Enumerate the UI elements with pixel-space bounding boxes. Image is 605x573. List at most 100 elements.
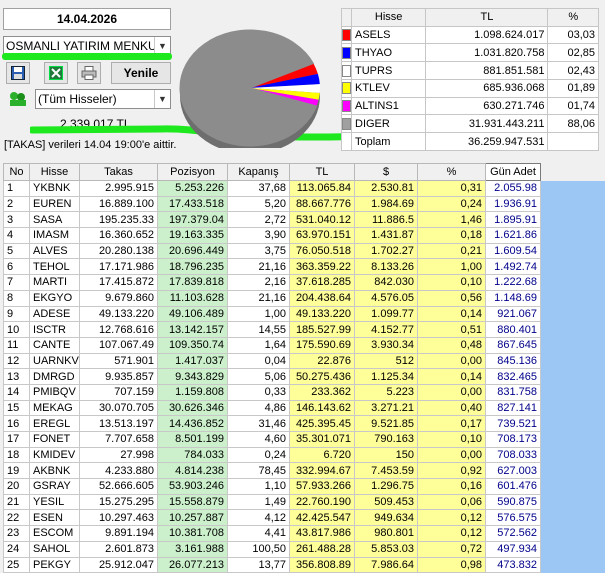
takas-value: 107.067.49 — [80, 337, 158, 353]
takas-value: 571.901 — [80, 353, 158, 369]
pct-value: 0,48 — [418, 337, 486, 353]
row-filler — [541, 275, 605, 291]
takas-value: 27.998 — [80, 447, 158, 463]
pct-value: 0,51 — [418, 322, 486, 338]
table-row[interactable]: 22ESEN10.297.46310.257.8874,1242.425.547… — [4, 510, 605, 526]
column-header-takas[interactable]: Takas — [80, 164, 158, 181]
gun-adet-value: 832.465 — [486, 369, 541, 385]
legend-swatch — [342, 133, 352, 151]
usd-value: 1.431.87 — [355, 228, 418, 244]
kapanis-value: 37,68 — [228, 181, 290, 197]
green-group-icon[interactable] — [8, 91, 28, 107]
table-row[interactable]: 16EREGL13.513.19714.436.85231,46425.395.… — [4, 416, 605, 432]
tl-value: 146.143.62 — [290, 400, 355, 416]
table-row[interactable]: 4IMASM16.360.65219.163.3353,9063.970.151… — [4, 228, 605, 244]
table-row[interactable]: 19AKBNK4.233.8804.814.23878,45332.994.67… — [4, 463, 605, 479]
legend-swatch — [342, 79, 352, 97]
tl-value: 332.994.67 — [290, 463, 355, 479]
row-filler — [541, 541, 605, 557]
legend-total-row: Toplam36.259.947.531 — [342, 133, 599, 151]
legend-header-pct: % — [548, 9, 599, 27]
kapanis-value: 31,46 — [228, 416, 290, 432]
pozisyon-value: 109.350.74 — [158, 337, 228, 353]
usd-value: 9.521.85 — [355, 416, 418, 432]
export-excel-button[interactable] — [44, 62, 68, 84]
stock-code: ESEN — [30, 510, 80, 526]
column-header-tl[interactable]: TL — [290, 164, 355, 181]
table-row[interactable]: 1YKBNK2.995.9155.253.22637,68113.065.842… — [4, 181, 605, 197]
pct-value: 0,00 — [418, 384, 486, 400]
pozisyon-value: 10.381.708 — [158, 526, 228, 542]
stock-filter-select[interactable]: (Tüm Hisseler) ▼ — [35, 89, 171, 109]
table-row[interactable]: 23ESCOM9.891.19410.381.7084,4143.817.986… — [4, 526, 605, 542]
legend-pct: 01,89 — [548, 79, 599, 97]
row-filler — [541, 322, 605, 338]
print-button[interactable] — [77, 62, 101, 84]
usd-value: 5.223 — [355, 384, 418, 400]
refresh-button[interactable]: Yenile — [111, 62, 171, 84]
table-row[interactable]: 17FONET7.707.6588.501.1994,6035.301.0717… — [4, 432, 605, 448]
usd-value: 5.853.03 — [355, 541, 418, 557]
save-button[interactable] — [6, 62, 30, 84]
pozisyon-value: 1.417.037 — [158, 353, 228, 369]
row-no: 4 — [4, 228, 30, 244]
row-filler — [541, 384, 605, 400]
column-header-gun-adet[interactable]: Gün Adet — [486, 164, 541, 181]
table-row[interactable]: 11CANTE107.067.49109.350.741,64175.590.6… — [4, 337, 605, 353]
takas-value: 30.070.705 — [80, 400, 158, 416]
pozisyon-value: 14.436.852 — [158, 416, 228, 432]
usd-value: 790.163 — [355, 432, 418, 448]
usd-value: 7.453.59 — [355, 463, 418, 479]
table-row[interactable]: 18KMIDEV27.998784.0330,246.7201500,00708… — [4, 447, 605, 463]
table-row[interactable]: 14PMIBQV707.1591.159.8080,33233.3625.223… — [4, 384, 605, 400]
table-row[interactable]: 7MARTI17.415.87217.839.8182,1637.618.285… — [4, 275, 605, 291]
gun-adet-value: 1.609.54 — [486, 243, 541, 259]
column-header-pozisyon[interactable]: Pozisyon — [158, 164, 228, 181]
table-row[interactable]: 9ADESE49.133.22049.106.4891,0049.133.220… — [4, 306, 605, 322]
takas-value: 195.235.33 — [80, 212, 158, 228]
table-row[interactable]: 2EUREN16.889.10017.433.5185,2088.667.776… — [4, 196, 605, 212]
portfolio-table: No Hisse Takas Pozisyon Kapanış TL $ % G… — [3, 163, 605, 573]
table-row[interactable]: 13DMRGD9.935.8579.343.8295,0650.275.4361… — [4, 369, 605, 385]
chevron-down-icon[interactable]: ▼ — [154, 90, 170, 108]
tl-value: 49.133.220 — [290, 306, 355, 322]
table-row[interactable]: 5ALVES20.280.13820.696.4493,7576.050.518… — [4, 243, 605, 259]
takas-note: [TAKAS] verileri 14.04 19:00'e aittir. — [4, 139, 176, 151]
usd-value: 4.152.77 — [355, 322, 418, 338]
legend-tl: 1.098.624.017 — [426, 26, 548, 44]
table-row[interactable]: 6TEHOL17.171.98618.796.23521,16363.359.2… — [4, 259, 605, 275]
legend-name: ASELS — [352, 26, 426, 44]
gun-adet-value: 590.875 — [486, 494, 541, 510]
table-row[interactable]: 15MEKAG30.070.70530.626.3464,86146.143.6… — [4, 400, 605, 416]
gun-adet-value: 1.222.68 — [486, 275, 541, 291]
row-filler — [541, 432, 605, 448]
column-header-usd[interactable]: $ — [355, 164, 418, 181]
column-header-pct[interactable]: % — [418, 164, 486, 181]
table-row[interactable]: 24SAHOL2.601.8733.161.988100,50261.488.2… — [4, 541, 605, 557]
table-row[interactable]: 3SASA195.235.33197.379.042,72531.040.121… — [4, 212, 605, 228]
table-row[interactable]: 8EKGYO9.679.86011.103.62821,16204.438.64… — [4, 290, 605, 306]
column-header-no[interactable]: No — [4, 164, 30, 181]
kapanis-value: 3,75 — [228, 243, 290, 259]
tl-value: 76.050.518 — [290, 243, 355, 259]
column-header-hisse[interactable]: Hisse — [30, 164, 80, 181]
legend-tl: 685.936.068 — [426, 79, 548, 97]
row-no: 5 — [4, 243, 30, 259]
gun-adet-value: 708.033 — [486, 447, 541, 463]
table-row[interactable]: 12UARNKV571.9011.417.0370,0422.8765120,0… — [4, 353, 605, 369]
row-filler — [541, 526, 605, 542]
table-row[interactable]: 20GSRAY52.666.60553.903.2461,1057.933.26… — [4, 479, 605, 495]
table-row[interactable]: 10ISCTR12.768.61613.142.15714,55185.527.… — [4, 322, 605, 338]
row-no: 9 — [4, 306, 30, 322]
table-row[interactable]: 21YESIL15.275.29515.558.8791,4922.760.19… — [4, 494, 605, 510]
gun-adet-value: 1.621.86 — [486, 228, 541, 244]
usd-value: 2.530.81 — [355, 181, 418, 197]
legend-pct: 03,03 — [548, 26, 599, 44]
legend-pct: 02,85 — [548, 44, 599, 62]
tl-value: 175.590.69 — [290, 337, 355, 353]
gun-adet-value: 827.141 — [486, 400, 541, 416]
date-display: 14.04.2026 — [3, 8, 171, 30]
kapanis-value: 0,24 — [228, 447, 290, 463]
column-header-kapanis[interactable]: Kapanış — [228, 164, 290, 181]
gun-adet-value: 2.055.98 — [486, 181, 541, 197]
